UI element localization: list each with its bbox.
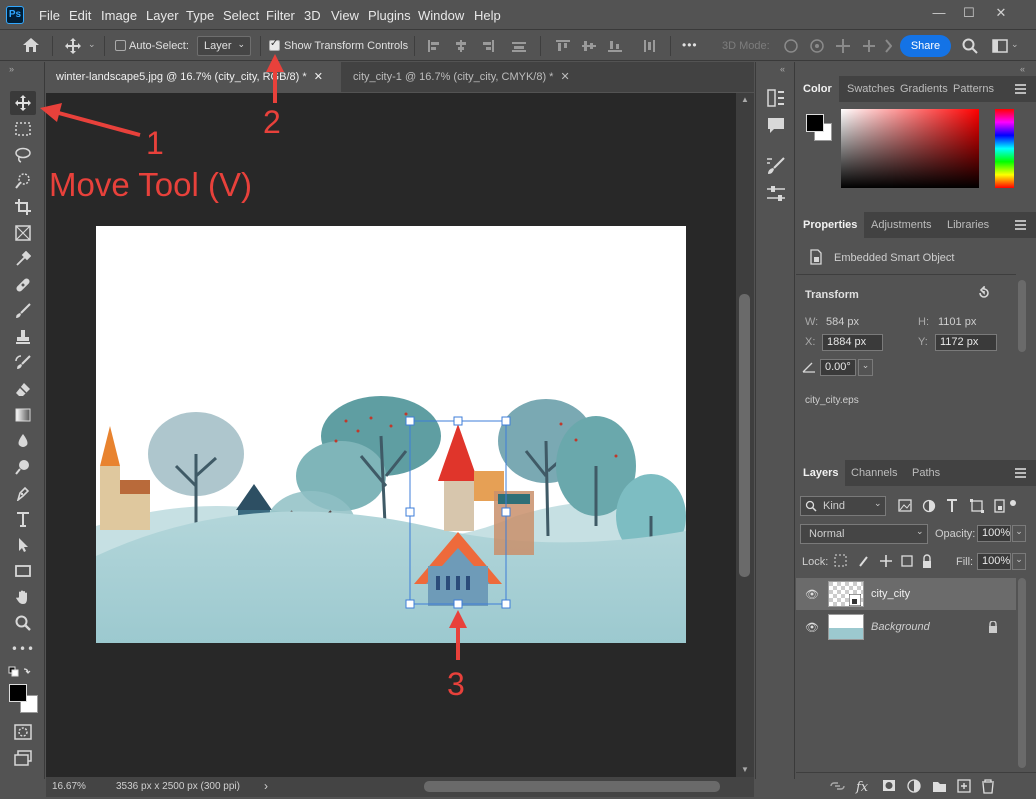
blend-mode-dropdown[interactable]: Normal ⌄ — [800, 524, 928, 544]
minimize-button[interactable]: — — [924, 2, 954, 24]
chevron-down-icon[interactable]: ⌄ — [1012, 553, 1026, 570]
tab-layers[interactable]: Layers — [796, 460, 846, 486]
color-fg-swatch[interactable] — [806, 114, 824, 132]
history-panel-icon[interactable] — [766, 88, 786, 108]
panel-menu-icon[interactable] — [1015, 468, 1026, 478]
panel-menu-icon[interactable] — [1015, 84, 1026, 94]
annotation-number-2: 2 — [263, 104, 281, 140]
color-panel-tabs: Color Swatches Gradients Patterns — [796, 76, 1036, 102]
layers-panel-tabs: Layers Channels Paths — [796, 460, 1036, 486]
smart-object-badge-icon — [849, 594, 861, 606]
maximize-button[interactable]: ☐ — [954, 2, 984, 24]
chevron-down-icon: ⌄ — [874, 498, 882, 508]
layer-name: Background — [871, 621, 930, 633]
layer-thumbnail — [828, 614, 864, 640]
search-icon[interactable] — [962, 38, 978, 54]
layers-footer: fx — [796, 772, 1036, 799]
close-button[interactable]: ✕ — [986, 2, 1016, 24]
layer-filter-value: Kind — [823, 500, 846, 512]
lock-icon — [989, 621, 997, 633]
linked-filename: city_city.eps — [805, 395, 859, 406]
layer-thumbnail — [828, 581, 864, 607]
y-position-input[interactable]: 1172 px — [935, 334, 997, 351]
chevron-down-icon[interactable]: ⌄ — [1011, 39, 1019, 50]
height-label: H: — [918, 316, 929, 328]
opacity-input[interactable]: 100% — [977, 525, 1011, 542]
y-label: Y: — [918, 336, 928, 348]
tab-channels[interactable]: Channels — [844, 460, 904, 486]
layer-name: city_city — [871, 588, 911, 600]
height-value: 1101 px — [938, 316, 977, 328]
share-button[interactable]: Share — [900, 35, 951, 57]
panel-icon-strip: « — [755, 62, 795, 779]
lock-label: Lock: — [802, 556, 829, 568]
visibility-eye-icon[interactable]: 👁 — [805, 621, 819, 634]
layers-footer-icons[interactable]: fx — [830, 778, 1010, 794]
layer-row-city-city[interactable]: 👁 city_city — [796, 578, 1016, 610]
tutorial-arrows — [40, 54, 467, 660]
horizontal-scroll-thumb[interactable] — [424, 781, 720, 792]
annotation-number-3: 3 — [447, 666, 465, 702]
angle-icon — [802, 362, 815, 373]
chevron-down-icon[interactable]: ⌄ — [858, 359, 873, 376]
angle-input[interactable]: 0.00° — [820, 359, 856, 376]
comments-panel-icon[interactable] — [766, 116, 786, 136]
smart-object-icon — [810, 249, 822, 265]
3d-mode-icons — [784, 39, 892, 53]
collapse-icon[interactable]: « — [780, 64, 785, 74]
right-panels: « Color Swatches Gradients Patterns Prop… — [796, 62, 1036, 799]
properties-panel-tabs: Properties Adjustments Libraries — [796, 212, 1036, 238]
smart-object-type: Embedded Smart Object — [834, 252, 955, 264]
tab-color[interactable]: Color — [796, 76, 839, 102]
x-label: X: — [805, 336, 816, 348]
color-field[interactable] — [841, 109, 979, 188]
svg-text:fx: fx — [855, 780, 869, 794]
zoom-level[interactable]: 16.67% — [52, 781, 86, 792]
tab-paths[interactable]: Paths — [905, 460, 947, 486]
document-info: 3536 px x 2500 px (300 ppi) — [116, 781, 240, 792]
layer-row-background[interactable]: 👁 Background — [796, 611, 1016, 643]
fill-input[interactable]: 100% — [977, 553, 1011, 570]
fill-label: Fill: — [956, 556, 974, 568]
brush-settings-panel-icon[interactable] — [766, 156, 786, 176]
hue-slider[interactable] — [995, 109, 1014, 188]
x-position-input[interactable]: 1884 px — [822, 334, 883, 351]
layer-filter-dropdown[interactable]: Kind ⌄ — [800, 496, 886, 516]
visibility-eye-icon[interactable]: 👁 — [805, 588, 819, 601]
tab-properties[interactable]: Properties — [796, 212, 865, 238]
width-value: 584 px — [826, 316, 860, 328]
tab-libraries[interactable]: Libraries — [940, 212, 996, 238]
adjustments-panel-icon[interactable] — [766, 184, 786, 204]
annotation-move-tool-label: Move Tool (V) — [49, 166, 252, 203]
chevron-down-icon[interactable]: ⌄ — [1012, 525, 1026, 542]
chevron-down-icon: ⌄ — [916, 526, 924, 536]
search-icon — [805, 500, 817, 512]
blend-mode-value: Normal — [809, 528, 845, 540]
collapse-icon[interactable]: « — [1020, 64, 1025, 74]
properties-scroll-thumb[interactable] — [1018, 280, 1026, 352]
width-label: W: — [805, 316, 819, 328]
reset-transform-icon[interactable] — [977, 286, 991, 300]
status-menu-arrow-icon[interactable]: › — [264, 779, 268, 793]
annotation-number-1: 1 — [146, 125, 164, 161]
layers-scroll-thumb[interactable] — [1018, 578, 1026, 768]
tab-adjustments[interactable]: Adjustments — [864, 212, 939, 238]
opacity-label: Opacity: — [935, 528, 976, 540]
layer-filter-icons[interactable] — [898, 498, 1016, 514]
panel-menu-icon[interactable] — [1015, 220, 1026, 230]
lock-icons[interactable] — [834, 554, 934, 570]
workspace-icon[interactable] — [992, 39, 1008, 53]
transform-title: Transform — [805, 289, 859, 301]
tab-patterns[interactable]: Patterns — [946, 76, 1001, 102]
